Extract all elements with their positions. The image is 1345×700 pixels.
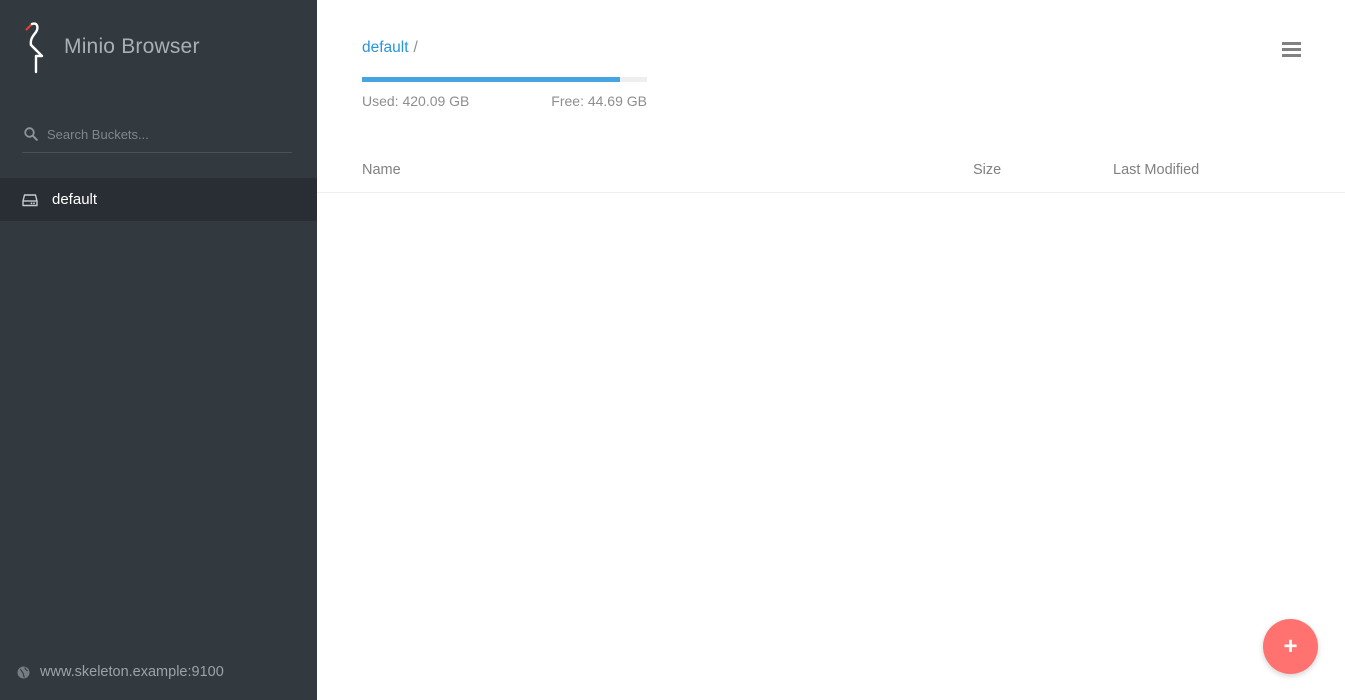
plus-icon: + [1283, 632, 1298, 660]
search-icon [24, 127, 38, 141]
search-buckets-input[interactable] [47, 126, 292, 142]
sidebar: Minio Browser default www.skeleton.examp… [0, 0, 317, 700]
bucket-label: default [52, 191, 98, 208]
main-content: default / Used: 420.09 GB Free: 44.69 GB… [317, 0, 1345, 700]
storage-free-label: Free: 44.69 GB [551, 93, 647, 109]
globe-icon [17, 666, 30, 678]
storage-progress-fill [362, 77, 620, 82]
add-button[interactable]: + [1263, 619, 1318, 674]
storage-progress-track [362, 77, 647, 82]
host-address: www.skeleton.example:9100 [40, 664, 224, 680]
breadcrumb-separator: / [413, 39, 418, 56]
column-header-name[interactable]: Name [362, 162, 401, 178]
breadcrumb-bucket-link[interactable]: default [362, 39, 409, 57]
brand: Minio Browser [22, 20, 200, 74]
minio-logo-icon [25, 22, 44, 74]
hard-drive-icon [22, 193, 38, 206]
hamburger-menu-icon[interactable] [1282, 42, 1301, 58]
app-title: Minio Browser [64, 35, 200, 58]
column-header-size[interactable]: Size [973, 162, 1001, 178]
breadcrumb: default / [362, 39, 418, 57]
column-header-last-modified[interactable]: Last Modified [1113, 162, 1199, 178]
storage-usage: Used: 420.09 GB Free: 44.69 GB [362, 77, 647, 109]
storage-used-label: Used: 420.09 GB [362, 93, 470, 109]
bucket-search [22, 116, 292, 153]
host-info: www.skeleton.example:9100 [17, 664, 224, 680]
sidebar-item-bucket-default[interactable]: default [0, 178, 317, 221]
object-table-header: Name Size Last Modified [317, 150, 1345, 193]
